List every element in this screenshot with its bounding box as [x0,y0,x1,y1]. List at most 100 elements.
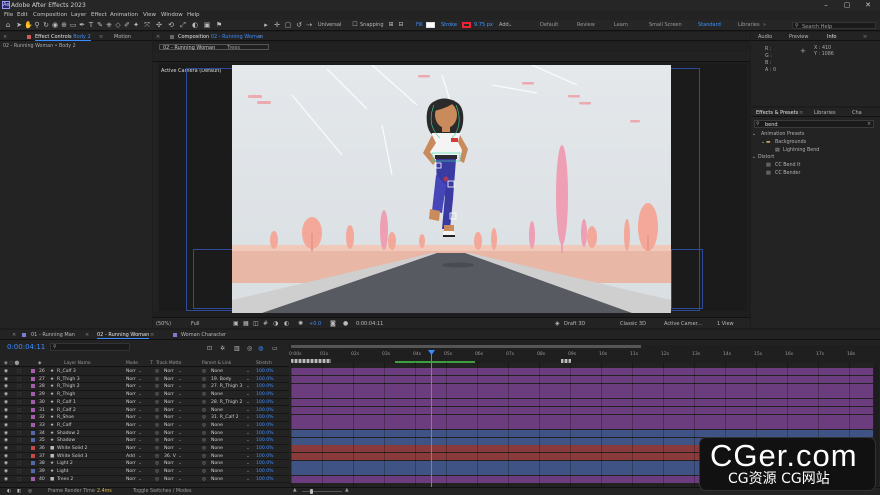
draft-3d-icon[interactable]: ⊡ [207,345,212,352]
tab-motion[interactable]: Motion [114,34,131,40]
renderer-icon[interactable]: ◈ [555,320,560,327]
label-color-swatch[interactable] [31,407,35,412]
matte-dropdown-icon[interactable]: ⌄ [178,469,182,474]
workspace-review[interactable]: Review [577,22,595,28]
lock-switch-icon[interactable]: ▢ [17,415,21,420]
menu-window[interactable]: Window [161,12,183,18]
restore-icon[interactable]: ▢ [839,0,855,11]
matte-dropdown-icon[interactable]: ⌄ [178,423,182,428]
tab-woman-character[interactable]: Woman Character [181,332,226,338]
layer-parent[interactable]: None [211,469,223,474]
timeline-zoom-slider[interactable] [302,491,342,492]
toggle-switches-modes[interactable]: Toggle Switches / Modes [133,489,192,494]
minimize-icon[interactable]: – [818,0,834,11]
layer-row[interactable]: ◉ ▢ 38 ★ Light 2 Norr ⌄ ◎ Norr ⌄ ◎ None ⌄ 100.0% [0,460,289,469]
composition-viewer[interactable]: Active Camera (Default) [159,64,747,313]
layer-row[interactable]: ◉ ▢ 33 ★ R_Calf Norr ⌄ ◎ Norr ⌄ ◎ None ⌄ 100.0% [0,421,289,430]
snap-target-icon[interactable]: ⊟ [397,21,405,29]
mode-dropdown-icon[interactable]: ⌄ [138,408,142,413]
matte-link-icon[interactable]: ◎ [155,408,159,413]
layer-duration-bar[interactable] [291,429,873,437]
layer-track-matte[interactable]: Norr [164,400,174,405]
matte-dropdown-icon[interactable]: ⌄ [178,392,182,397]
mode-dropdown-icon[interactable]: ⌄ [138,423,142,428]
layer-track-matte[interactable]: Norr [164,469,174,474]
snap-options-icon[interactable]: ⊞ [387,21,395,29]
label-color-swatch[interactable] [31,376,35,381]
snapping-checkbox[interactable]: ☐ [351,21,359,29]
layer-track-matte[interactable]: Norr [164,446,174,451]
visibility-eye-icon[interactable]: ◉ [4,438,8,443]
visibility-eye-icon[interactable]: ◉ [4,377,8,382]
mode-dropdown-icon[interactable]: ⌄ [138,369,142,374]
matte-link-icon[interactable]: ◎ [155,392,159,397]
stroke-label[interactable]: Stroke [441,22,457,28]
zoom-out-mountain-icon[interactable]: ▲ [293,488,297,493]
matte-dropdown-icon[interactable]: ⌄ [178,400,182,405]
menu-effect[interactable]: Effect [91,12,107,18]
layer-mode[interactable]: Norr [126,461,136,466]
layer-parent[interactable]: 31. R_Calf 2 [211,415,239,420]
matte-dropdown-icon[interactable]: ⌄ [178,454,182,459]
effects-search-input[interactable]: bend [765,122,778,128]
parent-pickwhip-icon[interactable]: ◎ [202,446,206,451]
parent-pickwhip-icon[interactable]: ◎ [202,454,206,459]
layer-name[interactable]: White Solid 2 [57,446,87,451]
layer-mode[interactable]: Norr [126,438,136,443]
lock-switch-icon[interactable]: ▢ [17,423,21,428]
label-color-swatch[interactable] [31,476,35,481]
parent-pickwhip-icon[interactable]: ◎ [202,377,206,382]
layer-parent[interactable]: 28. R_Thigh 2 [211,400,242,405]
views-dropdown[interactable]: 1 View [717,321,734,327]
effects-menu-icon[interactable]: ≡ [799,110,803,116]
matte-link-icon[interactable]: ◎ [155,384,159,389]
lock-switch-icon[interactable]: ▢ [17,400,21,405]
layer-track-matte[interactable]: Norr [164,369,174,374]
close-icon[interactable]: ✕ [860,0,876,11]
layer-parent[interactable]: None [211,369,223,374]
matte-dropdown-icon[interactable]: ⌄ [178,377,182,382]
zoom-in-mountain-icon[interactable]: ▲ [345,488,349,493]
label-color-swatch[interactable] [31,392,35,397]
mode-dropdown-icon[interactable]: ⌄ [138,461,142,466]
layer-stretch[interactable]: 100.0% [256,415,274,420]
fill-label[interactable]: Fill [416,22,423,28]
layer-stretch[interactable]: 100.0% [256,392,274,397]
shy-layers-icon[interactable]: ✲ [220,345,225,352]
matte-link-icon[interactable]: ◎ [155,415,159,420]
fx-distort[interactable]: Distort [758,155,774,160]
matte-dropdown-icon[interactable]: ⌄ [178,461,182,466]
fx-animation-presets[interactable]: Animation Presets [761,132,804,137]
matte-link-icon[interactable]: ◎ [155,461,159,466]
exposure-value[interactable]: +0.0 [309,321,321,327]
layer-track-matte[interactable]: Norr [164,384,174,389]
layer-row[interactable]: ◉ ▢ 27 ★ R_Thigh 3 Norr ⌄ ◎ Norr ⌄ ◎ 19. Body ⌄ 100.0… [0,375,289,384]
matte-dropdown-icon[interactable]: ⌄ [178,384,182,389]
motion-blur-icon[interactable]: ◎ [247,345,252,352]
mode-dropdown-icon[interactable]: ⌄ [138,477,142,482]
label-color-swatch[interactable] [31,469,35,474]
composition-mini-icon[interactable]: ◐ [7,489,11,494]
visibility-eye-icon[interactable]: ◉ [4,431,8,436]
matte-dropdown-icon[interactable]: ⌄ [178,408,182,413]
timeline-tab2-close-icon[interactable]: × [85,332,89,338]
layer-row[interactable]: ◉ ▢ 32 ★ R_Shoe Norr ⌄ ◎ Norr ⌄ ◎ 31. R_Calf 2 ⌄ 100.… [0,414,289,422]
zoom-tool-icon[interactable]: ⚲ [33,21,41,29]
mode-dropdown-icon[interactable]: ⌄ [138,454,142,459]
lock-switch-icon[interactable]: ▢ [17,438,21,443]
layer-mode[interactable]: Norr [126,408,136,413]
move-icon[interactable]: ✛ [273,21,281,29]
layer-stretch[interactable]: 100.0% [256,384,274,389]
visibility-eye-icon[interactable]: ◉ [4,392,8,397]
visibility-eye-icon[interactable]: ◉ [4,415,8,420]
layer-name[interactable]: R_Calf 1 [57,400,76,405]
parent-pickwhip-icon[interactable]: ◎ [202,392,206,397]
tab-character[interactable]: Cha [852,110,862,116]
menu-view[interactable]: View [143,12,156,18]
layer-track-matte[interactable]: Norr [164,438,174,443]
fill-swatch[interactable] [426,22,435,28]
layer-name[interactable]: Trees 2 [57,477,73,482]
lock-switch-icon[interactable]: ▢ [17,408,21,413]
tab-effects-presets[interactable]: Effects & Presets [756,110,798,116]
matte-link-icon[interactable]: ◎ [155,477,159,482]
